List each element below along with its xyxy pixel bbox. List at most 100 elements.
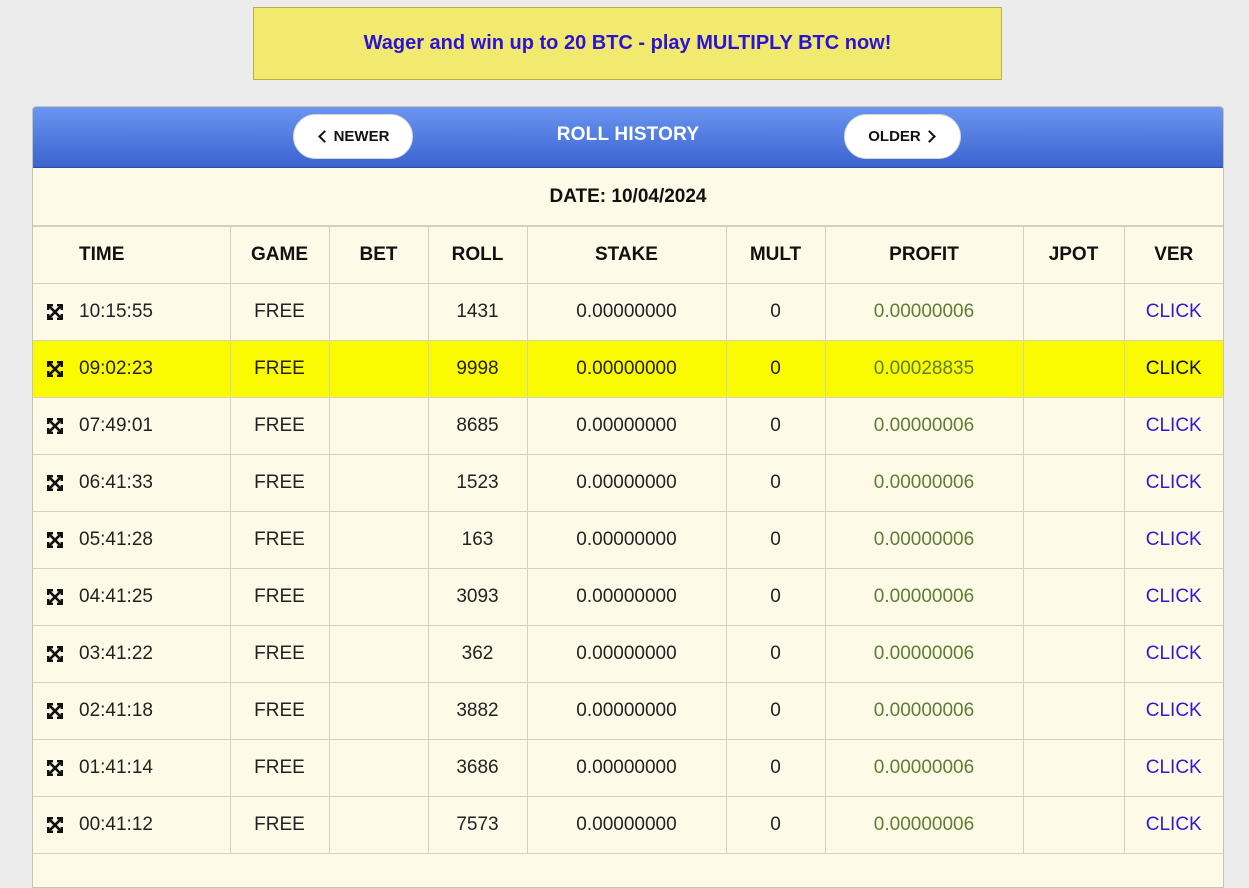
row-expand-cell[interactable]	[33, 568, 77, 626]
table-row: 07:49:01 FREE 8685 0.00000000 0 0.00000006 CLI…	[33, 397, 1223, 455]
cell-game: FREE	[229, 568, 330, 626]
row-expand-cell[interactable]	[33, 796, 77, 854]
cell-bet	[328, 340, 429, 398]
table-row: 05:41:28 FREE 163 0.00000000 0 0.00000006 CLIC…	[33, 511, 1223, 569]
promo-text[interactable]: Wager and win up to 20 BTC - play MULTIP…	[364, 32, 892, 55]
cell-mult: 0	[725, 283, 826, 341]
expand-icon[interactable]	[46, 645, 64, 663]
row-expand-cell[interactable]	[33, 340, 77, 398]
verify-link[interactable]: CLICK	[1146, 700, 1202, 721]
header-stake: STAKE	[526, 226, 727, 284]
cell-ver: CLICK	[1123, 340, 1223, 398]
table-row: 03:41:22 FREE 362 0.00000000 0 0.00000006 CLIC…	[33, 625, 1223, 683]
cell-stake: 0.00000000	[526, 796, 727, 854]
table-body: 10:15:55 FREE 1431 0.00000000 0 0.00000006 CLI…	[33, 283, 1223, 854]
cell-mult: 0	[725, 739, 826, 797]
verify-link[interactable]: CLICK	[1146, 415, 1202, 436]
row-expand-cell[interactable]	[33, 739, 77, 797]
cell-profit: 0.00000006	[824, 511, 1024, 569]
header-icon-col	[33, 226, 77, 284]
expand-icon[interactable]	[46, 816, 64, 834]
cell-time: 01:41:14	[77, 739, 231, 797]
panel-header: NEWER ROLL HISTORY OLDER	[33, 107, 1223, 168]
cell-profit: 0.00000006	[824, 454, 1024, 512]
cell-time: 03:41:22	[77, 625, 231, 683]
cell-time: 09:02:23	[77, 340, 231, 398]
expand-icon[interactable]	[46, 702, 64, 720]
cell-jpot	[1022, 739, 1125, 797]
cell-stake: 0.00000000	[526, 625, 727, 683]
row-expand-cell[interactable]	[33, 283, 77, 341]
row-expand-cell[interactable]	[33, 454, 77, 512]
cell-bet	[328, 283, 429, 341]
table-row: 09:02:23 FREE 9998 0.00000000 0 0.00028835 CLI…	[33, 340, 1223, 398]
cell-game: FREE	[229, 739, 330, 797]
cell-stake: 0.00000000	[526, 739, 727, 797]
cell-mult: 0	[725, 454, 826, 512]
header-mult: MULT	[725, 226, 826, 284]
cell-jpot	[1022, 796, 1125, 854]
verify-link[interactable]: CLICK	[1146, 301, 1202, 322]
row-expand-cell[interactable]	[33, 511, 77, 569]
cell-profit: 0.00028835	[824, 340, 1024, 398]
cell-jpot	[1022, 283, 1125, 341]
expand-icon[interactable]	[46, 417, 64, 435]
table-row: 10:15:55 FREE 1431 0.00000000 0 0.00000006 CLI…	[33, 283, 1223, 341]
cell-stake: 0.00000000	[526, 568, 727, 626]
cell-roll: 362	[427, 625, 528, 683]
row-expand-cell[interactable]	[33, 682, 77, 740]
cell-roll: 8685	[427, 397, 528, 455]
expand-icon[interactable]	[46, 588, 64, 606]
cell-mult: 0	[725, 796, 826, 854]
cell-mult: 0	[725, 340, 826, 398]
verify-link[interactable]: CLICK	[1146, 757, 1202, 778]
cell-bet	[328, 625, 429, 683]
header-game: GAME	[229, 226, 330, 284]
cell-jpot	[1022, 454, 1125, 512]
cell-stake: 0.00000000	[526, 454, 727, 512]
cell-roll: 1523	[427, 454, 528, 512]
cell-roll: 163	[427, 511, 528, 569]
cell-game: FREE	[229, 283, 330, 341]
cell-profit: 0.00000006	[824, 283, 1024, 341]
verify-link[interactable]: CLICK	[1146, 358, 1202, 379]
verify-link[interactable]: CLICK	[1146, 586, 1202, 607]
cell-ver: CLICK	[1123, 682, 1223, 740]
cell-ver: CLICK	[1123, 397, 1223, 455]
expand-icon[interactable]	[46, 303, 64, 321]
cell-time: 00:41:12	[77, 796, 231, 854]
cell-roll: 1431	[427, 283, 528, 341]
header-bet: BET	[328, 226, 429, 284]
cell-jpot	[1022, 511, 1125, 569]
cell-game: FREE	[229, 340, 330, 398]
verify-link[interactable]: CLICK	[1146, 814, 1202, 835]
verify-link[interactable]: CLICK	[1146, 472, 1202, 493]
cell-jpot	[1022, 682, 1125, 740]
expand-icon[interactable]	[46, 360, 64, 378]
cell-profit: 0.00000006	[824, 397, 1024, 455]
header-profit: PROFIT	[824, 226, 1024, 284]
row-expand-cell[interactable]	[33, 625, 77, 683]
promo-banner[interactable]: Wager and win up to 20 BTC - play MULTIP…	[253, 7, 1002, 80]
cell-game: FREE	[229, 397, 330, 455]
expand-icon[interactable]	[46, 474, 64, 492]
cell-ver: CLICK	[1123, 796, 1223, 854]
cell-stake: 0.00000000	[526, 283, 727, 341]
table-row: 02:41:18 FREE 3882 0.00000000 0 0.00000006 CLI…	[33, 682, 1223, 740]
cell-bet	[328, 796, 429, 854]
cell-stake: 0.00000000	[526, 682, 727, 740]
row-expand-cell[interactable]	[33, 397, 77, 455]
older-button[interactable]: OLDER	[844, 114, 961, 159]
verify-link[interactable]: CLICK	[1146, 529, 1202, 550]
table-row: 04:41:25 FREE 3093 0.00000000 0 0.00000006 CLI…	[33, 568, 1223, 626]
expand-icon[interactable]	[46, 531, 64, 549]
verify-link[interactable]: CLICK	[1146, 643, 1202, 664]
cell-time: 04:41:25	[77, 568, 231, 626]
cell-game: FREE	[229, 796, 330, 854]
cell-game: FREE	[229, 454, 330, 512]
chevron-right-icon	[922, 130, 936, 143]
cell-roll: 3686	[427, 739, 528, 797]
expand-icon[interactable]	[46, 759, 64, 777]
cell-time: 02:41:18	[77, 682, 231, 740]
cell-roll: 3093	[427, 568, 528, 626]
